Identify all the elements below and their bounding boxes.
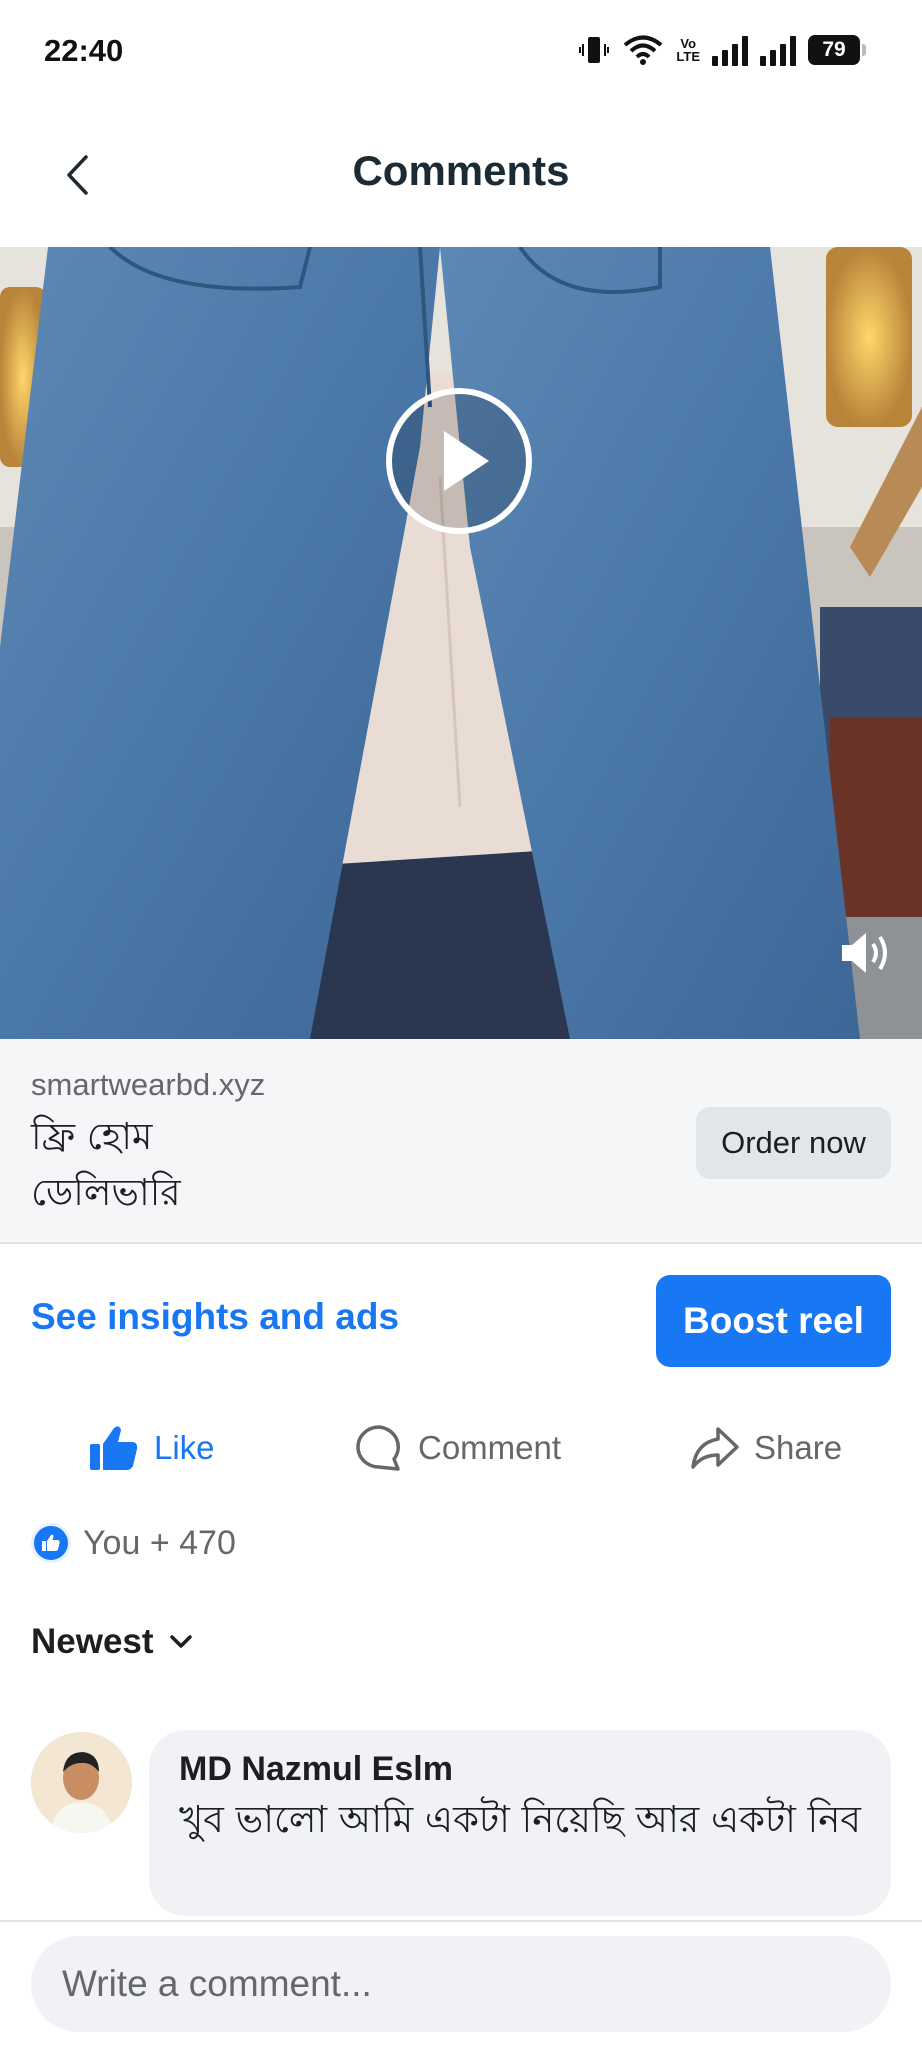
comment-bubble[interactable]: MD Nazmul Eslm খুব ভালো আমি একটা নিয়েছি… <box>149 1730 891 1916</box>
play-icon <box>386 388 532 534</box>
ad-headline: ফ্রি হোম ডেলিভারি <box>31 1115 181 1214</box>
like-button[interactable]: Like <box>88 1408 215 1488</box>
sort-label: Newest <box>31 1622 154 1661</box>
see-insights-link[interactable]: See insights and ads <box>31 1296 399 1338</box>
avatar[interactable] <box>31 1732 132 1833</box>
like-label: Like <box>154 1429 215 1466</box>
signal-1-icon <box>712 34 748 66</box>
comment-input[interactable]: Write a comment... <box>31 1936 891 2032</box>
wifi-icon <box>624 35 663 65</box>
comment-text: খুব ভালো আমি একটা নিয়েছি আর একটা নিব <box>179 1798 861 1841</box>
share-label: Share <box>754 1429 843 1466</box>
comment-author[interactable]: MD Nazmul Eslm <box>179 1750 453 1789</box>
order-now-button[interactable]: Order now <box>696 1107 891 1179</box>
status-bar: 22:40 Vo LTE 79 <box>0 0 922 105</box>
vibrate-icon <box>579 37 610 63</box>
action-row: Like Comment Share <box>0 1408 922 1488</box>
comment-composer: Write a comment... <box>0 1920 922 2050</box>
comment-button[interactable]: Comment <box>354 1408 561 1488</box>
ad-cta-bar: smartwearbd.xyz ফ্রি হোম ডেলিভারি Order … <box>0 1039 922 1244</box>
thumbs-up-icon <box>90 1426 138 1470</box>
volte-indicator: Vo LTE <box>676 36 700 64</box>
status-time: 22:40 <box>44 33 124 68</box>
signal-2-icon <box>760 34 796 66</box>
page-title: Comments <box>352 147 570 194</box>
battery-icon: 79 <box>808 35 866 65</box>
play-button[interactable] <box>384 386 534 536</box>
reactions-summary[interactable]: You + 470 <box>31 1523 236 1563</box>
ad-domain[interactable]: smartwearbd.xyz <box>31 1067 265 1103</box>
app-header: Comments <box>0 105 922 247</box>
chevron-down-icon <box>169 1635 192 1648</box>
share-arrow-icon <box>691 1427 739 1469</box>
boost-reel-button[interactable]: Boost reel <box>656 1275 891 1367</box>
comment-sort-dropdown[interactable]: Newest <box>31 1622 194 1662</box>
comment-bubble-icon <box>356 1425 400 1471</box>
avatar-photo <box>31 1732 132 1833</box>
reel-video[interactable] <box>0 247 922 1039</box>
reactions-count: You + 470 <box>83 1523 236 1562</box>
video-frame <box>0 247 922 1039</box>
comment-label: Comment <box>418 1429 562 1466</box>
status-icons: Vo LTE 79 <box>578 34 866 66</box>
like-reaction-icon <box>31 1523 71 1563</box>
sound-button[interactable] <box>836 925 896 981</box>
volume-icon <box>842 933 887 973</box>
share-button[interactable]: Share <box>690 1408 842 1488</box>
